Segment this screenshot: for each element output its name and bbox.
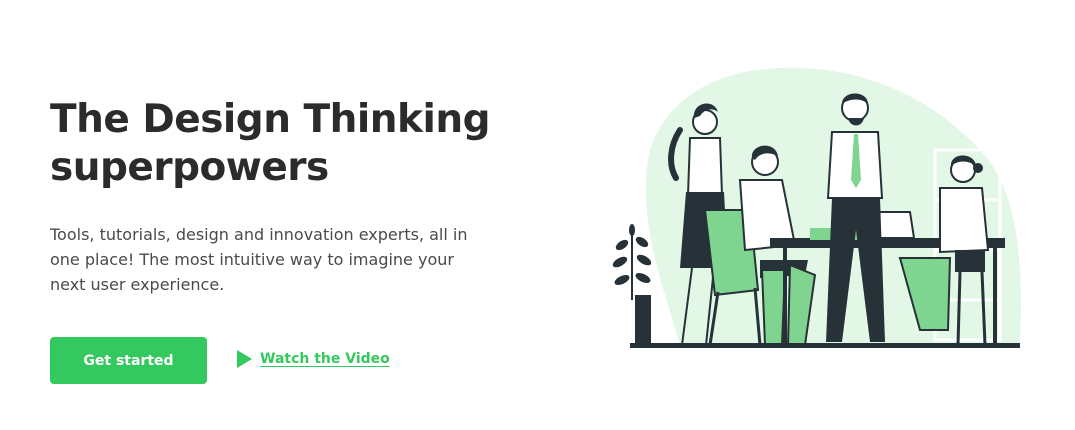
team-meeting-illustration: [612, 67, 1021, 348]
hero-title-line1: The Design Thinking: [50, 97, 491, 142]
hero-title-line2: superpowers: [50, 145, 329, 190]
watch-video-link[interactable]: Watch the Video: [237, 350, 390, 368]
hero-section: The Design Thinking superpowers Tools, t…: [0, 0, 1075, 430]
hero-subtitle: Tools, tutorials, design and innovation …: [50, 225, 468, 294]
hero-title: The Design Thinking superpowers: [50, 96, 530, 192]
potted-plant: [612, 224, 652, 345]
floor-line: [630, 343, 1020, 348]
play-icon: [237, 350, 252, 368]
watch-video-label: Watch the Video: [260, 351, 390, 367]
get-started-button[interactable]: Get started: [50, 337, 207, 384]
